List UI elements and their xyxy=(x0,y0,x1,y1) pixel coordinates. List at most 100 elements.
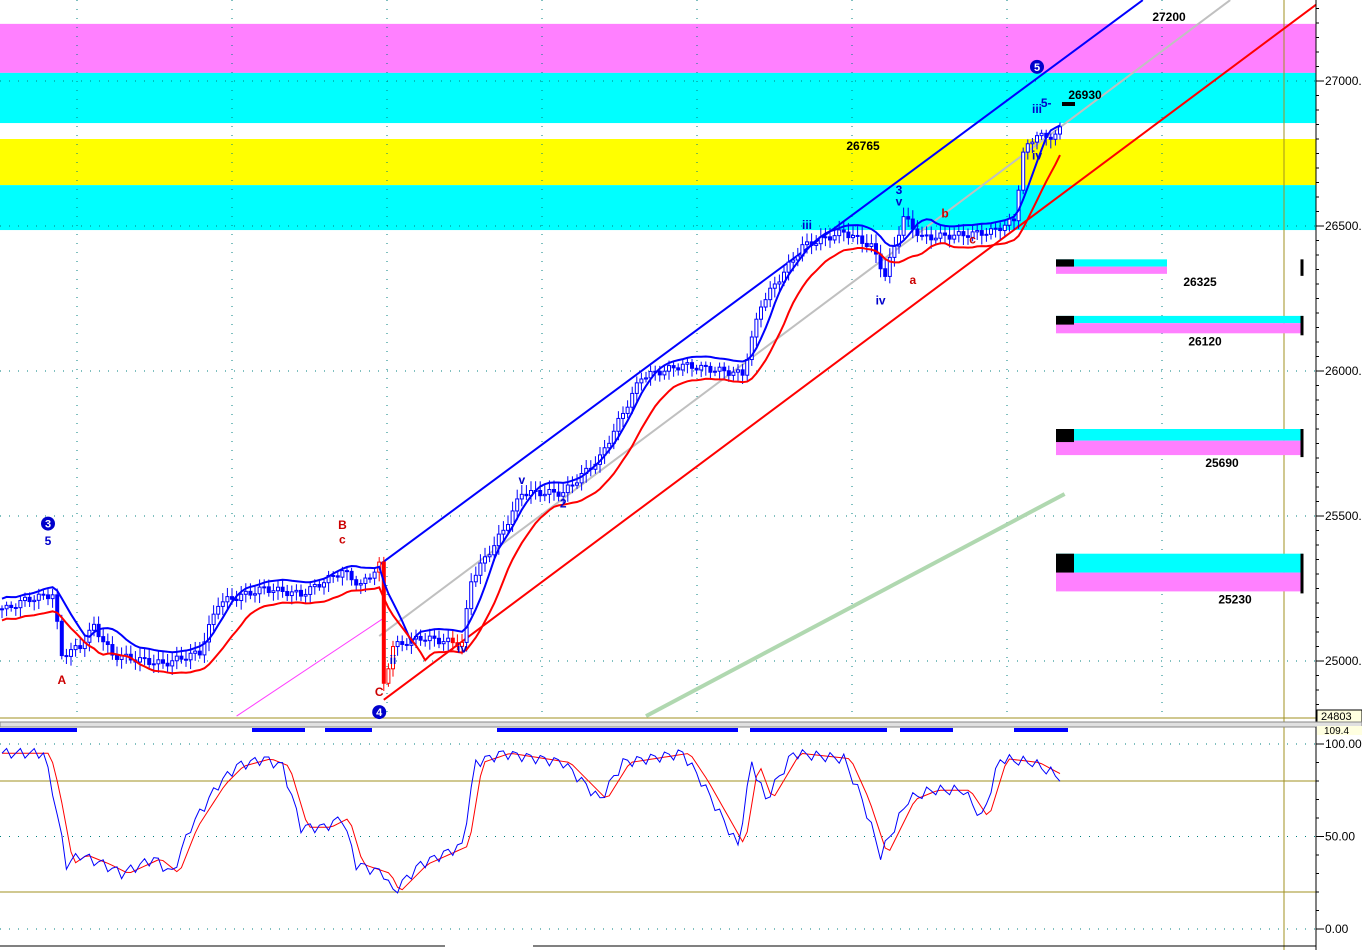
price-tick-label: 26500. xyxy=(1325,219,1362,233)
candle-body xyxy=(165,662,170,667)
price-low-label: 24803 xyxy=(1321,711,1352,723)
candle-body xyxy=(193,650,198,654)
candle-body xyxy=(1058,126,1062,135)
candle-body xyxy=(179,655,184,660)
candle-body xyxy=(924,234,929,237)
target-box-magenta xyxy=(1056,323,1303,334)
candle-body xyxy=(372,571,377,579)
candle-body xyxy=(395,641,400,648)
wave-label: iv xyxy=(1032,148,1042,162)
candle-body xyxy=(1021,151,1026,191)
candle-body xyxy=(860,235,865,244)
level-marker xyxy=(1062,102,1075,106)
candle-body xyxy=(616,417,621,432)
candle-body xyxy=(708,365,713,373)
candle-body xyxy=(211,613,216,626)
candle-body xyxy=(266,586,271,593)
candle-body xyxy=(469,581,474,610)
candle-body xyxy=(915,228,920,236)
osc-main-line xyxy=(1,747,1061,894)
candle-body xyxy=(823,236,828,239)
candle-body xyxy=(740,369,745,376)
candle-body xyxy=(18,600,23,609)
candle-body xyxy=(437,637,441,645)
osc-top-label: 109.4 xyxy=(1324,726,1349,737)
candle-body xyxy=(294,589,299,593)
price-tick-label: 25500. xyxy=(1325,509,1362,523)
candle-body xyxy=(703,364,708,367)
candle-body xyxy=(901,216,906,236)
candle-body xyxy=(791,259,796,263)
candle-body xyxy=(225,596,230,603)
target-label: 26120 xyxy=(1188,334,1222,348)
candle-body xyxy=(427,635,432,642)
candle-body xyxy=(993,227,998,230)
target-box-cyan xyxy=(1056,315,1303,324)
target-label: 25690 xyxy=(1205,456,1239,470)
candle-body xyxy=(496,533,501,547)
target-marker xyxy=(1056,315,1074,325)
candle-body xyxy=(519,493,524,500)
candle-body xyxy=(772,283,777,289)
candle-body xyxy=(671,365,676,369)
candle-body xyxy=(188,652,193,661)
candle-body xyxy=(285,590,290,597)
candle-body xyxy=(538,490,543,497)
candle-body xyxy=(27,596,32,603)
candle-body xyxy=(174,655,179,662)
candle-body xyxy=(299,589,303,597)
candle-body xyxy=(510,510,515,526)
candle-body xyxy=(644,377,648,380)
candle-body xyxy=(170,660,175,667)
wave-label: 5 xyxy=(45,534,52,548)
candle-body xyxy=(354,579,359,586)
candle-body xyxy=(257,586,262,595)
candle-body xyxy=(4,604,9,610)
candle-body xyxy=(979,230,984,236)
candle-body xyxy=(933,237,938,241)
wave-label: 5 xyxy=(1034,62,1040,74)
candle-body xyxy=(1002,224,1007,232)
candle-body xyxy=(625,406,630,414)
wave-label: v xyxy=(896,195,903,209)
candle-body xyxy=(837,229,842,237)
wave-label: iv xyxy=(457,641,467,655)
candle-body xyxy=(832,235,837,241)
wave-label: C xyxy=(375,685,384,699)
candle-body xyxy=(105,641,110,646)
candle-body xyxy=(358,582,363,586)
price-chart: 263252612025690252303545BcACabciviii3vv2… xyxy=(0,0,1362,950)
target-marker xyxy=(1056,259,1074,267)
target-marker xyxy=(1056,553,1074,573)
candle-body xyxy=(1048,136,1053,140)
candle-body xyxy=(487,554,492,558)
candle-body xyxy=(841,229,846,233)
candle-body xyxy=(322,582,326,588)
candle-body xyxy=(501,529,506,535)
candle-body xyxy=(418,635,423,641)
target-label: 26325 xyxy=(1183,275,1217,289)
candle-body xyxy=(230,596,234,600)
candle-body xyxy=(248,590,253,596)
candle-body xyxy=(271,590,276,593)
level-band xyxy=(0,185,1316,231)
candle-body xyxy=(570,484,575,487)
candle-body xyxy=(713,370,717,373)
candle-body xyxy=(400,641,405,645)
candle-body xyxy=(450,637,455,644)
candle-body xyxy=(634,382,639,394)
candle-body xyxy=(662,370,667,376)
candle-body xyxy=(814,243,819,246)
target-box-magenta xyxy=(1056,440,1303,456)
candle-body xyxy=(78,645,83,650)
candle-body xyxy=(943,232,947,236)
candle-body xyxy=(368,577,372,580)
candle-body xyxy=(621,412,625,419)
level-band xyxy=(0,139,1316,186)
candle-body xyxy=(262,586,267,589)
price-tick-label: 26000. xyxy=(1325,364,1362,378)
candle-body xyxy=(36,593,41,601)
candle-body xyxy=(216,605,221,615)
wave-label: v xyxy=(518,473,525,487)
candle-body xyxy=(864,242,869,247)
